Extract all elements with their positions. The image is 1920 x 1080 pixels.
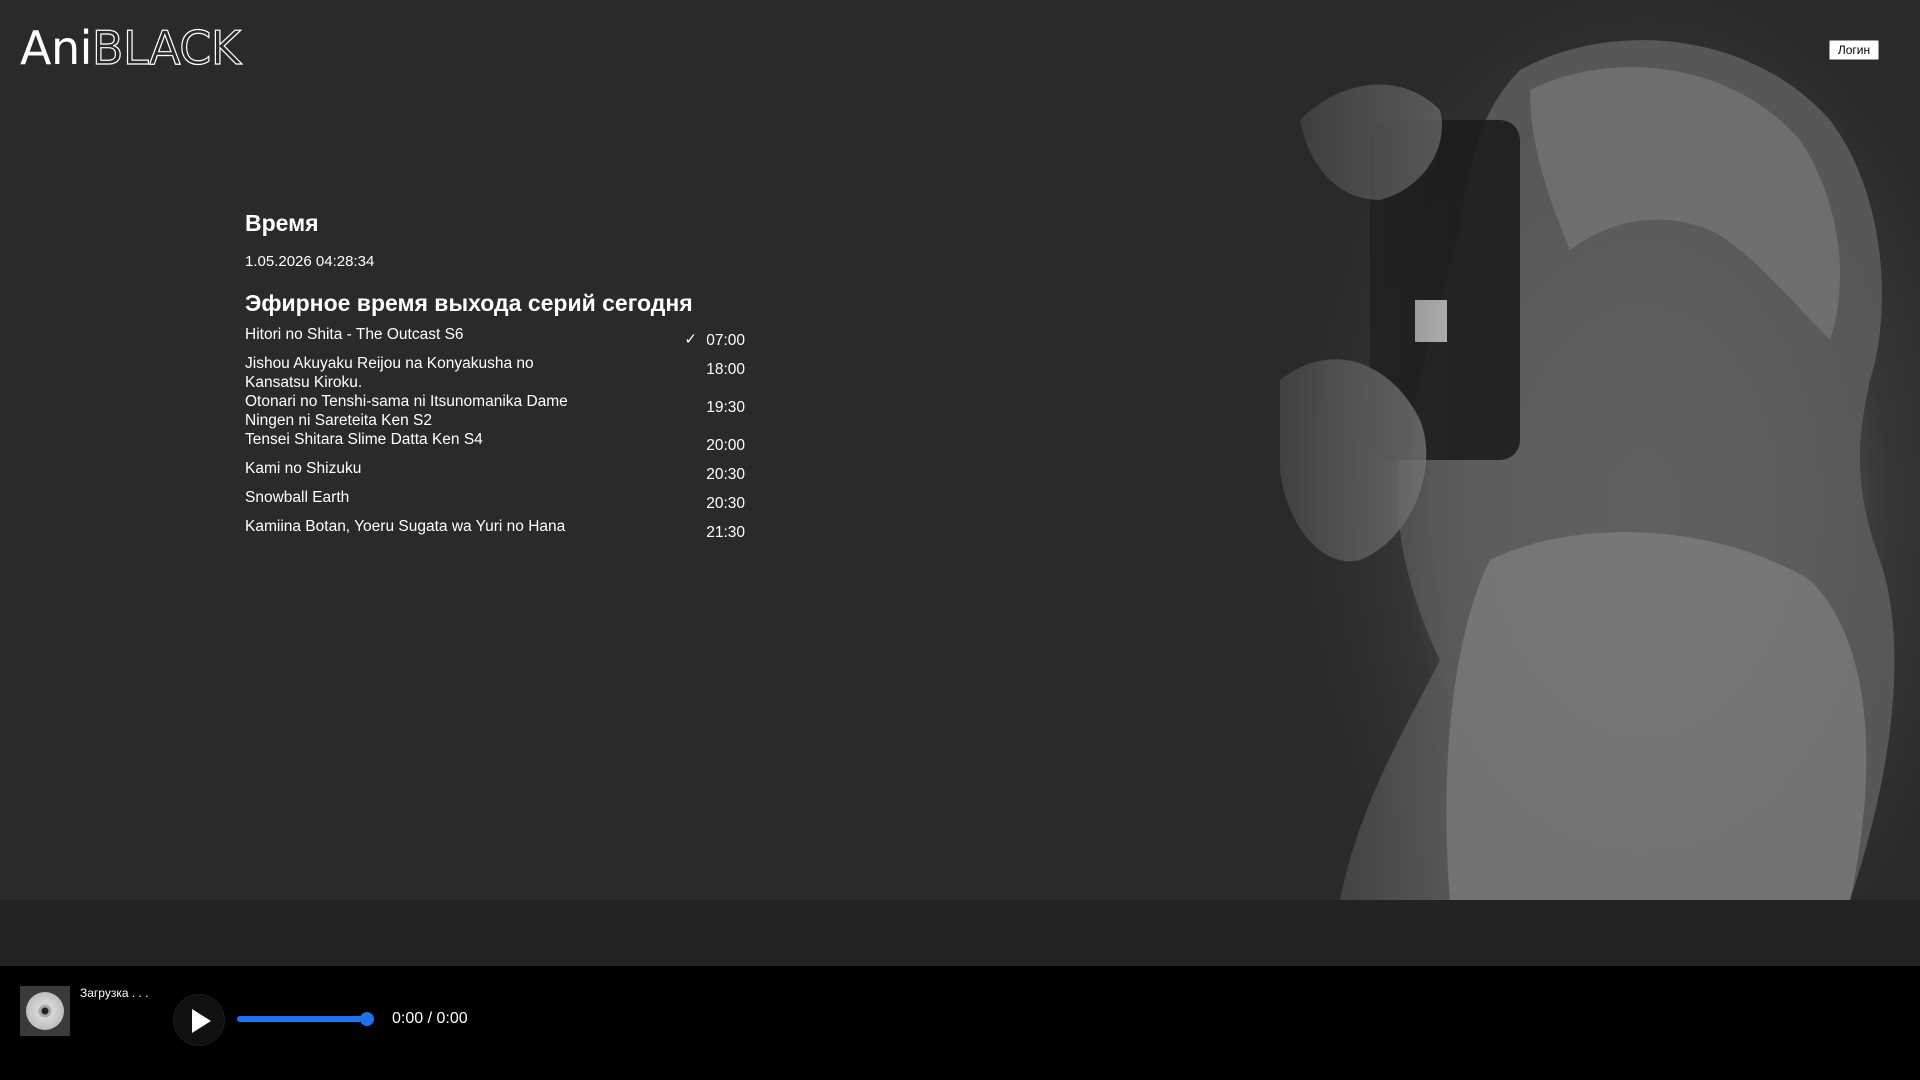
schedule-row: Snowball Earth 20:30 [245, 488, 745, 517]
air-time: 20:30 [706, 466, 745, 483]
footer-strip [0, 900, 1920, 966]
progress-fill [237, 1016, 367, 1022]
play-button[interactable] [173, 994, 225, 1046]
air-time: 07:00 [706, 332, 745, 349]
progress-thumb[interactable] [360, 1012, 374, 1026]
schedule-title: Эфирное время выхода серий сегодня [245, 290, 693, 316]
logo-text-black: BLACK [91, 20, 241, 75]
air-time: 20:30 [706, 495, 745, 512]
aired-check-icon: ✓ [684, 331, 697, 348]
main-content: Время 1.05.2026 04:28:34 Эфирное время в… [245, 205, 765, 546]
login-button[interactable]: Логин [1829, 40, 1879, 60]
logo-text-ani: Ani [20, 21, 92, 75]
progress-slider[interactable] [237, 1012, 374, 1026]
air-time: 20:00 [706, 437, 745, 454]
anime-title: Tensei Shitara Slime Datta Ken S4 [245, 431, 483, 448]
track-status: Загрузка . . . [80, 986, 149, 1000]
anime-title: Kamiina Botan, Yoeru Sugata wa Yuri no H… [245, 518, 566, 535]
current-datetime: 1.05.2026 04:28:34 [245, 253, 375, 270]
site-logo[interactable]: AniBLACK [20, 20, 242, 76]
air-time: 19:30 [706, 399, 745, 416]
schedule-row: Hitori no Shita - The Outcast S6 ✓ 07:00 [245, 325, 745, 354]
anime-title: Jishou Akuyaku Reijou na Konyakusha no K… [245, 355, 534, 391]
anime-title: Hitori no Shita - The Outcast S6 [245, 326, 464, 343]
time-readout: 0:00 / 0:00 [392, 1010, 468, 1027]
air-time: 21:30 [706, 524, 745, 541]
schedule-row: Kami no Shizuku 20:30 [245, 459, 745, 488]
anime-title: Snowball Earth [245, 489, 350, 506]
album-art-thumbnail [20, 986, 70, 1036]
disc-icon [26, 992, 64, 1030]
page: AniBLACK Логин Время 1.05.2026 04:28:34 … [0, 0, 1920, 1080]
anime-title: Kami no Shizuku [245, 460, 362, 477]
time-section-title: Время [245, 210, 319, 236]
air-time: 18:00 [706, 361, 745, 378]
schedule-row: Tensei Shitara Slime Datta Ken S4 20:00 [245, 430, 745, 459]
schedule-row: Otonari no Tenshi-sama ni Itsunomanika D… [245, 392, 745, 430]
schedule-row: Jishou Akuyaku Reijou na Konyakusha no K… [245, 354, 745, 392]
anime-title: Otonari no Tenshi-sama ni Itsunomanika D… [245, 393, 568, 429]
audio-player: Загрузка . . . 0:00 / 0:00 [0, 966, 1920, 1080]
schedule-list: Hitori no Shita - The Outcast S6 ✓ 07:00… [245, 325, 765, 546]
play-icon [192, 1009, 211, 1033]
hero-anime-girl-image [1190, 0, 1920, 900]
schedule-row: Kamiina Botan, Yoeru Sugata wa Yuri no H… [245, 517, 745, 546]
